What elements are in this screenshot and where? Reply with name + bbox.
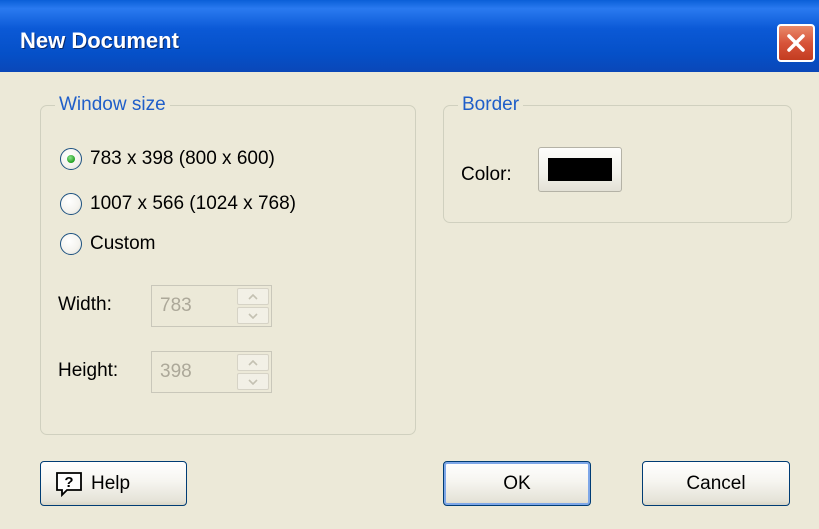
- chevron-up-icon: [248, 359, 258, 366]
- radio-selected-dot: [67, 155, 75, 163]
- cancel-label: Cancel: [686, 472, 746, 494]
- height-value: 398: [160, 361, 192, 382]
- svg-text:?: ?: [64, 474, 73, 491]
- radio-button[interactable]: [60, 193, 82, 215]
- dialog-title: New Document: [20, 28, 179, 53]
- width-stepper[interactable]: 783: [151, 285, 272, 327]
- radio-button[interactable]: [60, 148, 82, 170]
- cancel-button[interactable]: Cancel: [642, 461, 790, 506]
- close-button[interactable]: [777, 24, 815, 62]
- height-down-button[interactable]: [237, 373, 269, 390]
- height-up-button[interactable]: [237, 354, 269, 371]
- width-spin-buttons: [237, 288, 269, 324]
- width-label: Width:: [58, 294, 112, 315]
- color-picker-button[interactable]: [538, 147, 622, 192]
- window-size-legend: Window size: [55, 94, 170, 116]
- help-label: Help: [91, 472, 131, 494]
- help-button[interactable]: ? Help: [40, 461, 187, 506]
- color-swatch: [548, 158, 612, 181]
- chevron-down-icon: [248, 312, 258, 319]
- close-icon: [787, 34, 805, 52]
- color-label: Color:: [461, 164, 512, 185]
- ok-button[interactable]: OK: [443, 461, 591, 506]
- new-document-dialog: New Document Window size 783 x 398 (800 …: [0, 0, 819, 529]
- width-value: 783: [160, 295, 192, 316]
- radio-label: 783 x 398 (800 x 600): [90, 148, 275, 169]
- width-up-button[interactable]: [237, 288, 269, 305]
- height-spin-buttons: [237, 354, 269, 390]
- radio-label: 1007 x 566 (1024 x 768): [90, 193, 296, 214]
- chevron-up-icon: [248, 293, 258, 300]
- radio-label: Custom: [90, 233, 156, 254]
- radio-size-custom[interactable]: Custom: [60, 233, 155, 255]
- height-label: Height:: [58, 360, 119, 381]
- width-down-button[interactable]: [237, 307, 269, 324]
- help-icon: ?: [55, 471, 83, 497]
- radio-size-800x600[interactable]: 783 x 398 (800 x 600): [60, 148, 275, 170]
- title-bar[interactable]: New Document: [0, 0, 819, 72]
- height-stepper[interactable]: 398: [151, 351, 272, 393]
- ok-label: OK: [503, 472, 531, 494]
- radio-button[interactable]: [60, 233, 82, 255]
- chevron-down-icon: [248, 378, 258, 385]
- radio-size-1024x768[interactable]: 1007 x 566 (1024 x 768): [60, 193, 296, 215]
- border-legend: Border: [458, 94, 524, 116]
